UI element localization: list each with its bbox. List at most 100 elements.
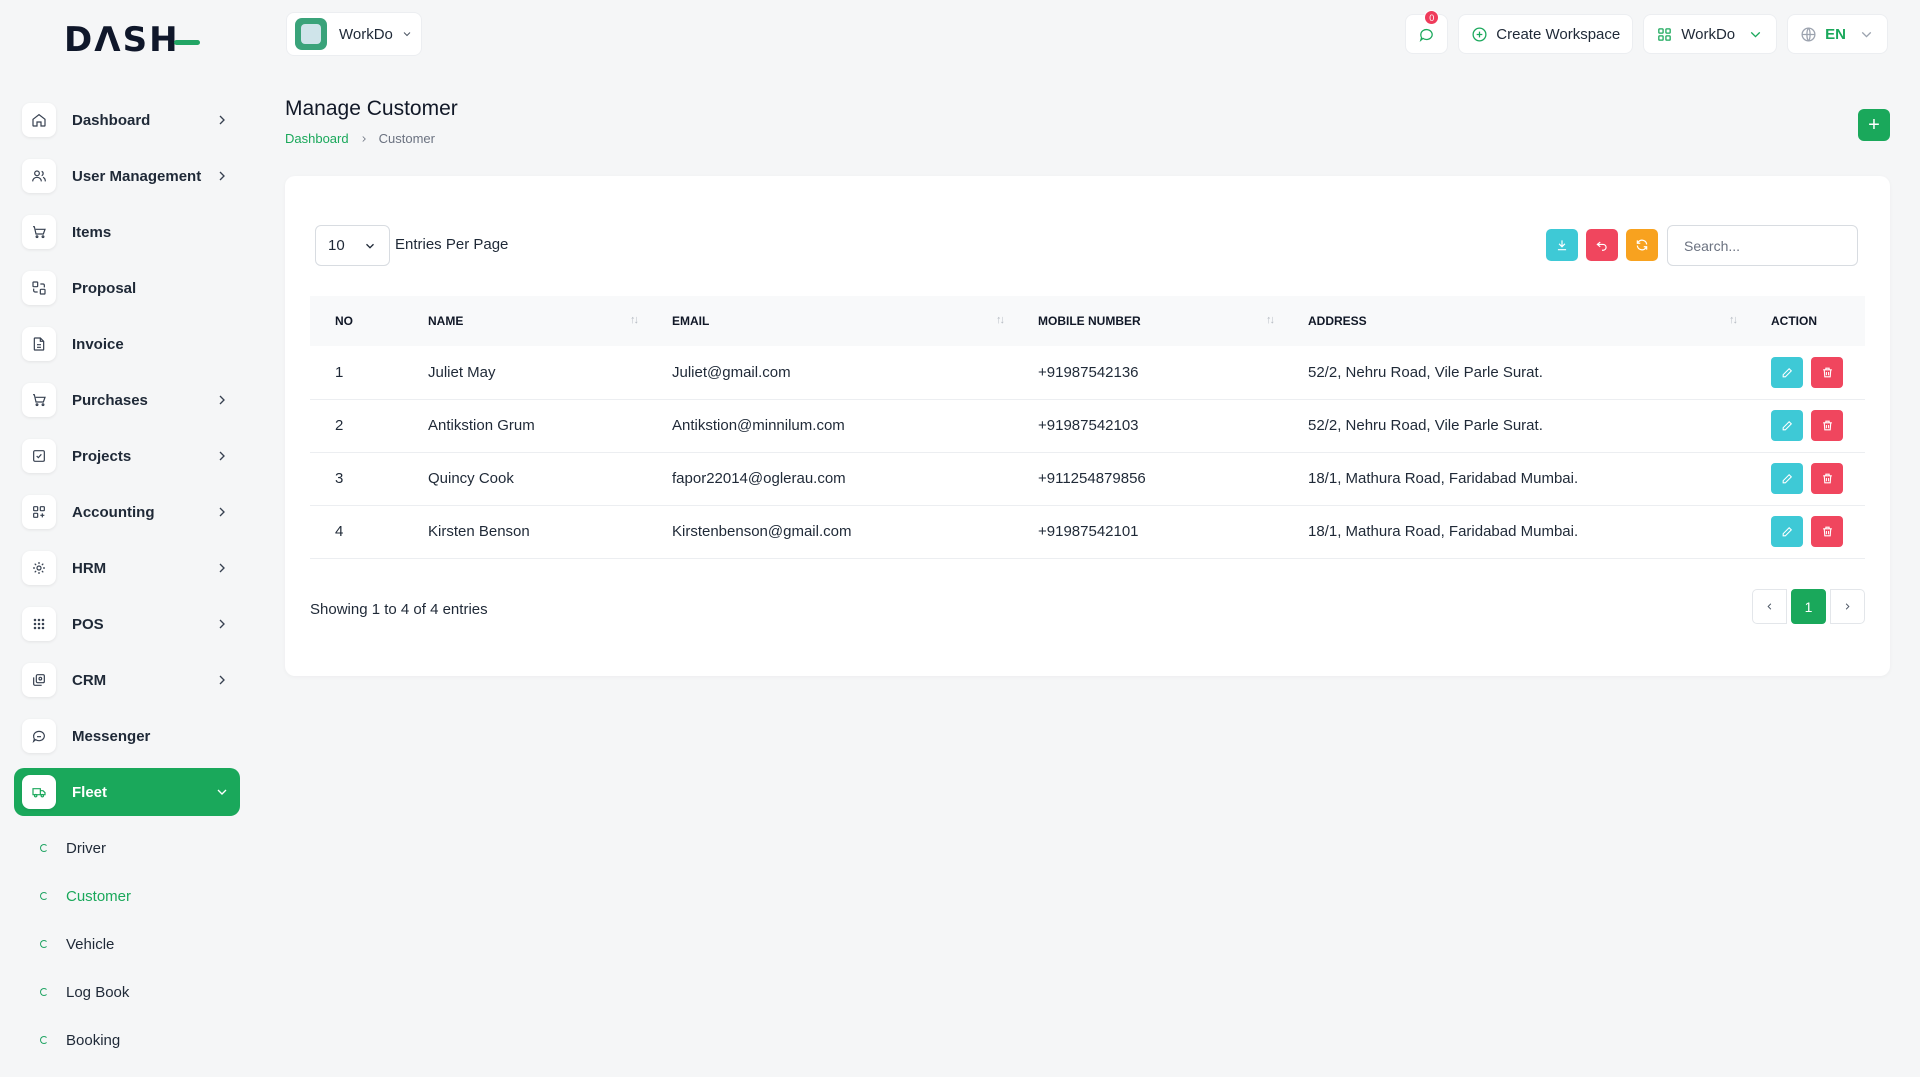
bullet-icon (40, 844, 48, 852)
export-button[interactable] (1546, 229, 1578, 261)
sidebar-item-projects[interactable]: Projects (14, 432, 240, 480)
sidebar-subitem-booking[interactable]: Booking (14, 1016, 240, 1064)
sidebar-item-messenger[interactable]: Messenger (14, 712, 240, 760)
cell-actions (1746, 346, 1865, 400)
pencil-icon (1782, 526, 1792, 537)
workspace-switcher[interactable]: WorkDo (286, 12, 422, 56)
cell-actions (1746, 399, 1865, 453)
page-button-current[interactable]: 1 (1791, 589, 1826, 624)
search-input[interactable] (1667, 225, 1858, 266)
cart-icon (22, 215, 56, 249)
chevron-left-icon (1767, 603, 1772, 610)
sidebar-item-user-management[interactable]: User Management (14, 152, 240, 200)
cell-mobile: +911254879856 (1013, 452, 1283, 506)
sidebar-subitem-log-book[interactable]: Log Book (14, 968, 240, 1016)
sidebar-item-items[interactable]: Items (14, 208, 240, 256)
sidebar-item-crm[interactable]: CRM (14, 656, 240, 704)
sidebar-nav: Dashboard User Management Items Proposal… (14, 96, 240, 1064)
delete-button[interactable] (1811, 516, 1843, 547)
sidebar-item-label: Proposal (72, 279, 137, 297)
delete-button[interactable] (1811, 463, 1843, 494)
column-header-name[interactable]: NAME ↑↓ (403, 296, 647, 346)
previous-page-button[interactable] (1752, 589, 1787, 624)
sidebar-item-invoice[interactable]: Invoice (14, 320, 240, 368)
cell-actions (1746, 452, 1865, 506)
trash-icon (1822, 526, 1832, 537)
edit-button[interactable] (1771, 516, 1803, 547)
column-header-label: ACTION (1771, 314, 1817, 328)
dots-grid-icon (22, 607, 56, 641)
messages-button[interactable]: 0 (1405, 10, 1449, 54)
sidebar-item-hrm[interactable]: HRM (14, 544, 240, 592)
sidebar-item-label: Purchases (72, 391, 148, 409)
chevron-down-icon (1750, 31, 1761, 38)
apps-icon (1658, 27, 1672, 41)
showing-entries-text: Showing 1 to 4 of 4 entries (310, 601, 488, 618)
edit-button[interactable] (1771, 356, 1803, 388)
sidebar-subitem-label: Driver (66, 839, 106, 857)
workspace-avatar (295, 18, 327, 50)
chat-icon (1419, 28, 1434, 42)
add-customer-button[interactable]: + (1858, 109, 1890, 141)
sidebar-subitem-vehicle[interactable]: Vehicle (14, 920, 240, 968)
next-page-button[interactable] (1830, 589, 1865, 624)
chevron-right-icon (219, 507, 225, 517)
chevron-right-icon (219, 115, 225, 125)
create-workspace-button[interactable]: Create Workspace (1458, 14, 1634, 54)
sidebar-item-accounting[interactable]: Accounting (14, 488, 240, 536)
cell-name: Antikstion Grum (403, 399, 647, 453)
edit-button[interactable] (1771, 410, 1803, 441)
bullet-icon (40, 940, 48, 948)
edit-button[interactable] (1771, 463, 1803, 494)
chevron-right-icon (219, 451, 225, 461)
chevron-right-icon (219, 619, 225, 629)
cart-icon (22, 383, 56, 417)
language-label: EN (1825, 25, 1846, 43)
refresh-icon (1636, 239, 1648, 251)
table-row: 1 Juliet May Juliet@gmail.com +919875421… (310, 346, 1865, 400)
trash-icon (1822, 473, 1832, 484)
reset-button[interactable] (1586, 229, 1618, 261)
delete-button[interactable] (1811, 410, 1843, 441)
trash-icon (1822, 420, 1832, 431)
sidebar-subitem-driver[interactable]: Driver (14, 824, 240, 872)
sidebar-item-label: HRM (72, 559, 107, 577)
workspace-menu-button[interactable]: WorkDo (1643, 14, 1778, 54)
home-icon (22, 103, 56, 137)
cell-email: Antikstion@minnilum.com (647, 399, 1013, 453)
notification-badge: 0 (1424, 10, 1440, 25)
sidebar-item-dashboard[interactable]: Dashboard (14, 96, 240, 144)
cell-address: 52/2, Nehru Road, Vile Parle Surat. (1283, 399, 1746, 453)
sidebar-item-label: Projects (72, 447, 132, 465)
language-selector[interactable]: EN (1787, 14, 1888, 54)
column-header-label: NAME (428, 314, 464, 328)
cell-address: 18/1, Mathura Road, Faridabad Mumbai. (1283, 452, 1746, 506)
truck-icon (22, 775, 56, 809)
cell-mobile: +91987542101 (1013, 505, 1283, 559)
pagination: 1 (1752, 589, 1865, 624)
brand-logo[interactable]: DΛSH (64, 20, 200, 60)
cell-no: 1 (310, 346, 403, 400)
checkbox-icon (22, 439, 56, 473)
breadcrumb-home-link[interactable]: Dashboard (285, 131, 349, 146)
column-header-email[interactable]: EMAIL ↑↓ (647, 296, 1013, 346)
table-toolbar: 10 Entries Per Page (315, 225, 1858, 267)
refresh-button[interactable] (1626, 229, 1658, 261)
column-header-address[interactable]: ADDRESS ↑↓ (1283, 296, 1746, 346)
entries-per-page-select[interactable]: 10 (315, 225, 390, 266)
cell-no: 3 (310, 452, 403, 506)
column-header-no: NO (310, 296, 403, 346)
column-header-mobile[interactable]: MOBILE NUMBER ↑↓ (1013, 296, 1283, 346)
chevron-right-icon (219, 395, 225, 405)
sidebar-item-fleet[interactable]: Fleet (14, 768, 240, 816)
sidebar-subitem-customer[interactable]: Customer (14, 872, 240, 920)
sidebar-item-purchases[interactable]: Purchases (14, 376, 240, 424)
plus-circle-icon (1472, 26, 1487, 42)
entries-per-page-value: 10 (328, 237, 345, 254)
delete-button[interactable] (1811, 356, 1843, 388)
cell-email: Juliet@gmail.com (647, 346, 1013, 400)
grid-icon (22, 495, 56, 529)
sidebar-item-proposal[interactable]: Proposal (14, 264, 240, 312)
sidebar-item-pos[interactable]: POS (14, 600, 240, 648)
pencil-icon (1782, 367, 1792, 378)
